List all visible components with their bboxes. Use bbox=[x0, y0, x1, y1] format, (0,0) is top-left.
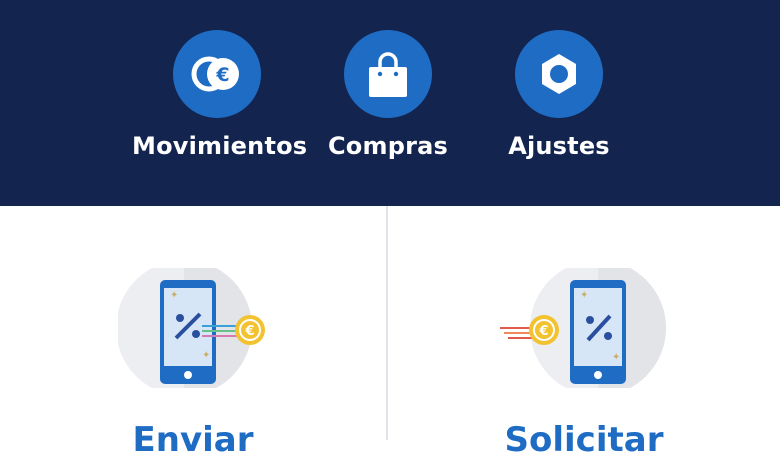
top-navigation-bar: € Movimientos Compras Ajustes bbox=[0, 0, 780, 206]
nav-item-compras[interactable]: Compras bbox=[303, 30, 473, 160]
svg-text:€: € bbox=[215, 64, 229, 86]
shopping-bag-icon bbox=[344, 30, 432, 118]
euro-coins-icon: € bbox=[173, 30, 261, 118]
svg-text:✦: ✦ bbox=[170, 290, 178, 301]
nav-label-compras: Compras bbox=[327, 132, 448, 160]
phone-send-euro-icon: ✦ ✦ € bbox=[116, 260, 268, 396]
nav-item-ajustes[interactable]: Ajustes bbox=[474, 30, 644, 160]
svg-text:✦: ✦ bbox=[612, 352, 620, 363]
svg-text:€: € bbox=[538, 324, 548, 339]
nav-label-ajustes: Ajustes bbox=[508, 132, 610, 160]
request-label: Solicitar bbox=[504, 420, 664, 460]
nav-label-movimientos: Movimientos bbox=[132, 132, 308, 160]
hex-nut-settings-icon bbox=[515, 30, 603, 118]
phone-request-euro-icon: € ✦ ✦ bbox=[500, 260, 670, 396]
svg-text:€: € bbox=[244, 324, 254, 339]
send-label: Enviar bbox=[132, 420, 254, 460]
send-panel[interactable]: ✦ ✦ € Enviar bbox=[0, 206, 386, 460]
svg-text:✦: ✦ bbox=[202, 350, 210, 361]
svg-text:✦: ✦ bbox=[580, 290, 588, 301]
nav-item-movimientos[interactable]: € Movimientos bbox=[132, 30, 308, 160]
request-panel[interactable]: € ✦ ✦ Solicitar bbox=[388, 206, 780, 460]
